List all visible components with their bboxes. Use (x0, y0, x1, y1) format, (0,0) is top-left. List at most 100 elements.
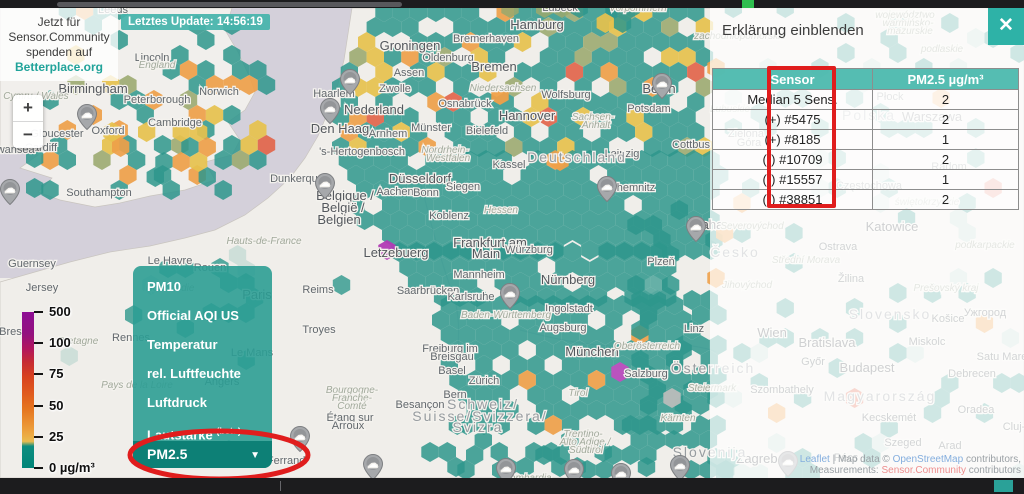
layer-menu-item-official-aqi-us[interactable]: Official AQI US (133, 301, 272, 330)
sensor-cluster-pin[interactable]: ☁ (320, 98, 340, 124)
map-label: München (565, 344, 618, 359)
sensor-community-map-app: LeedsHullLincolnNorwichBirminghamPeterbo… (0, 0, 1024, 494)
beta-badge: (beta) (216, 426, 241, 436)
sensor-id-cell[interactable]: (-) #10709 (713, 150, 873, 170)
sensor-values-table: Sensor PM2.5 µg/m³ Median 5 Sens.2(+) #5… (712, 68, 1019, 210)
map-label: Aachen (376, 186, 413, 198)
map-label: Hauts-de-France (226, 236, 301, 247)
map-label: Kassel (492, 159, 525, 171)
map-label: Assen (394, 67, 425, 79)
sensor-cluster-pin[interactable]: ☁ (0, 179, 20, 205)
sensor-cluster-pin[interactable]: ☁ (315, 173, 335, 199)
attribution-text2: contributors, (963, 454, 1021, 465)
table-row: (-) #107092 (713, 150, 1019, 170)
layer-menu-item-luftdruck[interactable]: Luftdruck (133, 388, 272, 417)
map-label: Potsdam (627, 103, 670, 115)
layer-menu-item-temperatur[interactable]: Temperatur (133, 330, 272, 359)
sensor-cluster-pin[interactable]: ☁ (290, 426, 310, 452)
map-label: Jersey (26, 282, 59, 294)
map-label: Westfalen (426, 153, 471, 164)
explanation-panel-title[interactable]: Erklärung einblenden (722, 22, 864, 39)
selected-layer-label: PM2.5 (133, 446, 187, 462)
map-label: Birmingham (58, 81, 127, 96)
map-label: Nederland (344, 102, 404, 117)
svg-text:☁: ☁ (296, 431, 305, 441)
map-label: Comté (337, 401, 367, 412)
map-label: Deutschland (527, 149, 627, 165)
legend-tick-mark (34, 342, 43, 344)
sensor-cluster-pin[interactable]: ☁ (363, 454, 383, 480)
map-label: Anhalt (581, 120, 612, 131)
map-zoom-controls: + − (13, 95, 43, 148)
map-label: Troyes (302, 324, 336, 336)
map-label: Koblenz (429, 210, 469, 222)
table-row: Median 5 Sens.2 (713, 90, 1019, 110)
selected-layer-pm25[interactable]: PM2.5 ▼ (133, 441, 272, 468)
sensor-cluster-pin[interactable]: ☁ (597, 176, 617, 202)
map-label: Svizra (453, 419, 504, 435)
map-label: Tirol (568, 388, 588, 399)
map-label: Bonn (413, 187, 439, 199)
dropdown-caret-icon: ▼ (250, 442, 260, 469)
legend-tick-label: 75 (49, 366, 63, 381)
map-label: Baden-Württemberg (461, 310, 551, 321)
table-row: (+) #81851 (713, 130, 1019, 150)
sensor-cluster-pin[interactable]: ☁ (686, 216, 706, 242)
betterplace-link[interactable]: Betterplace.org (0, 60, 118, 75)
sensor-id-cell[interactable]: (+) #8185 (713, 130, 873, 150)
legend-gradient-bar (22, 312, 34, 468)
map-label: Southampton (66, 187, 131, 199)
sensor-cluster-pin[interactable]: ☁ (500, 283, 520, 309)
sensor-cluster-pin[interactable]: ☁ (77, 104, 97, 130)
map-label: Oldenburg (422, 52, 473, 64)
map-label: Mannheim (453, 269, 504, 281)
map-attribution: Leaflet | Map data © OpenStreetMap contr… (800, 454, 1021, 476)
sensor-id-cell[interactable]: (-) #38851 (713, 190, 873, 210)
svg-text:☁: ☁ (603, 181, 612, 191)
sensor-value-cell: 1 (873, 130, 1019, 150)
svg-text:☁: ☁ (506, 288, 515, 298)
legend-tick-mark (34, 436, 43, 438)
zoom-out-button[interactable]: − (13, 122, 43, 148)
sensor-id-cell[interactable]: (+) #5475 (713, 110, 873, 130)
osm-link[interactable]: OpenStreetMap (893, 454, 964, 465)
map-label: Würzburg (505, 244, 553, 256)
sensor-cluster-pin[interactable]: ☁ (652, 73, 672, 99)
map-label: Main (472, 246, 500, 261)
map-label: England (139, 60, 176, 71)
map-label: Südtirol (569, 445, 604, 456)
donation-line1: Jetzt für (0, 15, 118, 30)
svg-text:☁: ☁ (321, 178, 330, 188)
leaflet-link[interactable]: Leaflet (800, 454, 830, 465)
map-label: Letzebuerg (363, 245, 428, 260)
legend-tick-label: 100 (49, 335, 71, 350)
map-label: Arnhem (369, 128, 408, 140)
sensor-community-link[interactable]: Sensor.Community (881, 465, 965, 476)
map-label: Hamburg (510, 17, 563, 32)
map-label: 's-Hertogenbosch (319, 146, 405, 158)
svg-text:☁: ☁ (6, 184, 15, 194)
close-panel-button[interactable]: ✕ (988, 6, 1024, 45)
map-label: Nürnberg (541, 272, 595, 287)
zoom-in-button[interactable]: + (13, 95, 43, 121)
layer-menu-item-rel-luftfeuchte[interactable]: rel. Luftfeuchte (133, 359, 272, 388)
layer-menu: PM10Official AQI USTemperaturrel. Luftfe… (133, 266, 272, 468)
svg-text:☁: ☁ (326, 103, 335, 113)
legend-tick-label: 25 (49, 429, 63, 444)
sensor-cluster-pin[interactable]: ☁ (340, 69, 360, 95)
layer-menu-item-pm10[interactable]: PM10 (133, 272, 272, 301)
measurements-text: Measurements: (810, 465, 882, 476)
sensor-id-cell[interactable]: (-) #15557 (713, 170, 873, 190)
svg-text:☁: ☁ (676, 460, 685, 470)
map-label: Siegen (446, 181, 480, 193)
map-label: Peterborough (124, 94, 191, 106)
map-label: Bremen (471, 59, 517, 74)
table-row: (-) #388512 (713, 190, 1019, 210)
map-label: Zürich (469, 375, 500, 387)
map-label: Basel (438, 365, 466, 377)
map-label: Oberösterreich (614, 341, 681, 352)
sensor-id-cell[interactable]: Median 5 Sens. (713, 90, 873, 110)
map-label: Norwich (199, 86, 239, 98)
browser-bottom-bar (0, 478, 1024, 494)
map-label: Wolfsburg (541, 89, 590, 101)
